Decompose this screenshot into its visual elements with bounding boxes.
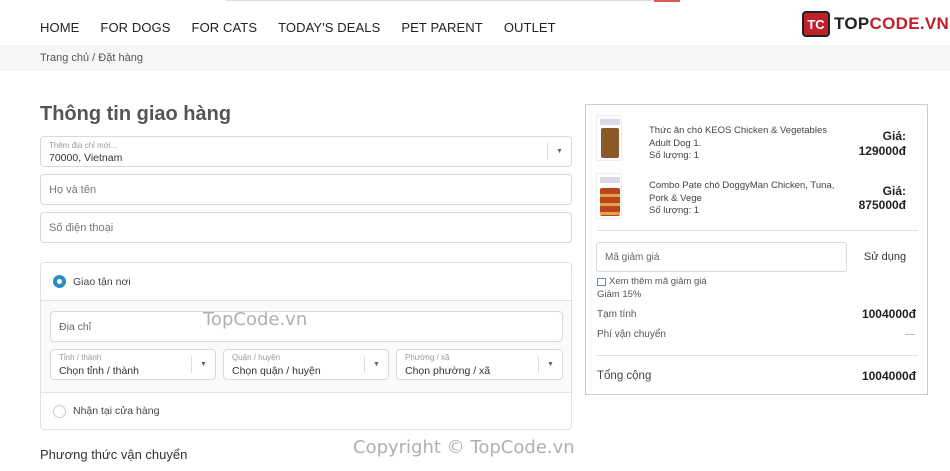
- province-select[interactable]: Tỉnh / thành Chọn tỉnh / thành ▼: [50, 349, 216, 380]
- main-nav: HOME FOR DOGS FOR CATS TODAY'S DEALS PET…: [40, 20, 577, 35]
- subtotal-value: 1004000đ: [861, 307, 916, 321]
- province-label: Tỉnh / thành: [59, 353, 102, 362]
- product-price: 875000đ: [858, 198, 906, 212]
- nav-for-dogs[interactable]: FOR DOGS: [100, 20, 170, 35]
- top-accent-bar: [654, 0, 680, 2]
- nav-pet-parent[interactable]: PET PARENT: [401, 20, 482, 35]
- district-select[interactable]: Quận / huyện Chọn quận / huyện ▼: [223, 349, 389, 380]
- more-coupons-link[interactable]: Xem thêm mã giảm giá: [597, 276, 707, 287]
- chevron-down-icon: ▼: [191, 356, 215, 373]
- ward-value: Chọn phường / xã: [405, 365, 491, 377]
- chevron-down-icon: ▼: [538, 356, 562, 373]
- product-image: [596, 115, 622, 161]
- delivery-home-label: Giao tận nơi: [73, 276, 131, 288]
- breadcrumb[interactable]: Trang chủ / Đặt hàng: [40, 52, 143, 64]
- price-label: Giá:: [882, 129, 906, 143]
- chevron-down-icon: ▼: [364, 356, 388, 373]
- delivery-home-option[interactable]: Giao tận nơi: [41, 263, 571, 301]
- ward-select[interactable]: Phường / xã Chọn phường / xã ▼: [396, 349, 563, 380]
- divider: [596, 230, 918, 231]
- pickup-label: Nhận tại cửa hàng: [73, 405, 160, 417]
- logo-text-suffix: CODE.VN: [869, 14, 950, 33]
- top-divider: [226, 0, 654, 1]
- shipping-fee-label: Phí vận chuyển: [597, 329, 666, 340]
- price-label: Giá:: [882, 184, 906, 198]
- subtotal-label: Tạm tính: [597, 309, 637, 320]
- order-summary: Thức ăn chó KEOS Chicken & Vegetables Ad…: [585, 104, 928, 395]
- coupon-input[interactable]: Mã giảm giá: [596, 242, 847, 272]
- product-qty: Số lượng: 1: [649, 150, 700, 161]
- product-qty: Số lượng: 1: [649, 205, 700, 216]
- address-select[interactable]: Thêm địa chỉ mới... 70000, Vietnam ▼: [40, 136, 572, 167]
- product-image: [596, 173, 622, 219]
- fullname-field[interactable]: Họ và tên: [40, 174, 572, 205]
- nav-outlet[interactable]: OUTLET: [504, 20, 556, 35]
- total-label: Tổng cộng: [597, 370, 652, 382]
- product-label-band: [600, 119, 620, 125]
- address-placeholder: Địa chỉ: [59, 321, 92, 333]
- address-select-label: Thêm địa chỉ mới...: [49, 141, 118, 150]
- product-price: 129000đ: [858, 144, 906, 158]
- nav-home[interactable]: HOME: [40, 20, 79, 35]
- nav-for-cats[interactable]: FOR CATS: [192, 20, 258, 35]
- pickup-radio[interactable]: [53, 405, 66, 418]
- watermark-center: TopCode.vn: [203, 309, 308, 330]
- discount-tag[interactable]: Giảm 15%: [597, 289, 641, 300]
- district-label: Quận / huyện: [232, 353, 281, 362]
- logo-mark: TC: [802, 11, 830, 37]
- product-pack: [600, 188, 620, 216]
- delivery-options: Giao tận nơi Địa chỉ Tỉnh / thành Chọn t…: [40, 262, 572, 430]
- product-name[interactable]: Thức ăn chó KEOS Chicken & Vegetables Ad…: [649, 124, 849, 150]
- ward-label: Phường / xã: [405, 353, 450, 362]
- phone-field[interactable]: Số điện thoại: [40, 212, 572, 243]
- fullname-placeholder: Họ và tên: [49, 184, 97, 196]
- coupon-icon: [597, 277, 606, 286]
- site-logo[interactable]: TC TOPCODE.VN: [802, 11, 949, 37]
- shipping-method-title: Phương thức vận chuyển: [40, 447, 188, 462]
- nav-todays-deals[interactable]: TODAY'S DEALS: [278, 20, 380, 35]
- pickup-option[interactable]: Nhận tại cửa hàng: [41, 393, 571, 430]
- product-name[interactable]: Combo Pate chó DoggyMan Chicken, Tuna, P…: [649, 179, 849, 205]
- district-value: Chọn quận / huyện: [232, 365, 321, 377]
- delivery-home-radio[interactable]: [53, 275, 66, 288]
- apply-coupon-button[interactable]: Sử dụng: [852, 242, 918, 272]
- logo-text: TOPCODE.VN: [834, 14, 949, 34]
- divider: [596, 355, 918, 356]
- phone-placeholder: Số điện thoại: [49, 222, 114, 234]
- product-pack: [601, 128, 619, 158]
- coupon-placeholder: Mã giảm giá: [605, 252, 660, 263]
- product-label-band: [600, 177, 620, 183]
- more-coupons-label: Xem thêm mã giảm giá: [609, 276, 707, 287]
- shipping-fee-value: —: [905, 329, 915, 340]
- watermark-bottom: Copyright © TopCode.vn: [353, 437, 575, 458]
- province-value: Chọn tỉnh / thành: [59, 365, 139, 377]
- logo-text-prefix: TOP: [834, 14, 870, 33]
- chevron-down-icon: ▼: [547, 143, 571, 160]
- page-title: Thông tin giao hàng: [40, 103, 232, 125]
- address-select-value: 70000, Vietnam: [49, 152, 123, 164]
- total-value: 1004000đ: [861, 369, 916, 383]
